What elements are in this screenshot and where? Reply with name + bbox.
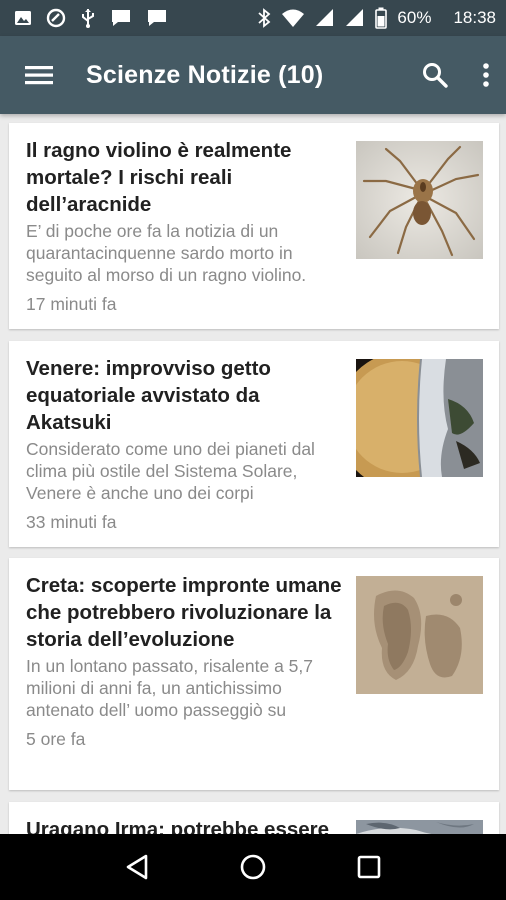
article-snippet: Considerato come uno dei pianeti dal cli…: [26, 439, 315, 503]
search-icon[interactable]: [422, 62, 448, 88]
app-bar: Scienze Notizie (10): [0, 36, 506, 114]
article-time: 5 ore fa: [26, 729, 86, 749]
back-icon[interactable]: [124, 853, 150, 881]
status-bar: 60% 18:38: [0, 0, 506, 36]
clock: 18:38: [453, 8, 496, 27]
signal-icon: [315, 8, 335, 28]
news-feed[interactable]: Il ragno violino è realmente mortale? I …: [0, 114, 506, 834]
article-thumbnail[interactable]: [356, 141, 483, 259]
article-title[interactable]: Venere: improvviso getto equatoriale avv…: [26, 355, 344, 436]
signal-icon: [345, 8, 365, 28]
photo-icon: [14, 9, 32, 27]
news-card[interactable]: Il ragno violino è realmente mortale? I …: [9, 123, 499, 329]
article-time: 17 minuti fa: [26, 294, 117, 314]
article-snippet: In un lontano passato, risalente a 5,7 m…: [26, 656, 314, 720]
blocked-icon: [46, 8, 66, 28]
article-thumbnail[interactable]: [356, 576, 483, 694]
article-thumbnail[interactable]: [356, 359, 483, 477]
system-status-icons: 60% 18:38: [257, 7, 496, 29]
article-time: 33 minuti fa: [26, 512, 117, 532]
bluetooth-icon: [257, 8, 271, 28]
wifi-icon: [281, 8, 305, 28]
home-icon[interactable]: [239, 853, 267, 881]
message-icon: [146, 8, 168, 28]
news-card[interactable]: Venere: improvviso getto equatoriale avv…: [9, 341, 499, 547]
usb-icon: [80, 8, 96, 28]
page-title: Scienze Notizie (10): [86, 60, 324, 89]
navigation-bar: [0, 834, 506, 900]
message-icon: [110, 8, 132, 28]
recents-icon[interactable]: [356, 854, 382, 880]
battery-percent: 60%: [397, 8, 432, 27]
news-card[interactable]: Uragano Irma: potrebbe essere: [9, 802, 499, 834]
battery-icon: [375, 7, 388, 29]
hamburger-menu-icon[interactable]: [24, 64, 54, 86]
article-snippet: E’ di poche ore fa la notizia di un quar…: [26, 221, 307, 285]
article-title[interactable]: Creta: scoperte impronte umane che potre…: [26, 572, 344, 653]
article-title[interactable]: Il ragno violino è realmente mortale? I …: [26, 137, 344, 218]
news-card[interactable]: Creta: scoperte impronte umane che potre…: [9, 558, 499, 790]
article-thumbnail[interactable]: [356, 820, 483, 834]
more-vert-icon[interactable]: [482, 62, 490, 88]
notification-icons: [14, 8, 168, 28]
article-title[interactable]: Uragano Irma: potrebbe essere: [26, 816, 344, 834]
